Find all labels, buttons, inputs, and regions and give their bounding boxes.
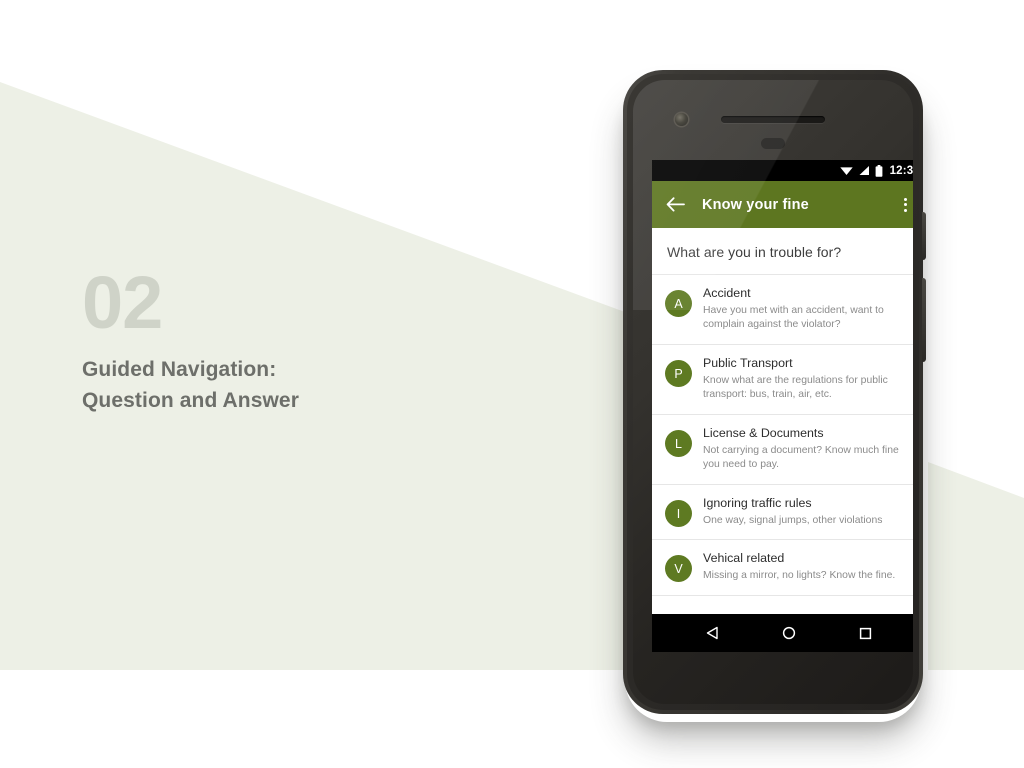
list-item-subtitle: Not carrying a document? Know much fine …	[703, 444, 899, 471]
slide-caption: 02 Guided Navigation: Question and Answe…	[82, 261, 522, 416]
phone-screen: 12:30 Know your fine	[652, 160, 913, 652]
list-item-text: Vehical related Missing a mirror, no lig…	[703, 551, 913, 583]
background-shape-right	[928, 462, 1024, 670]
nav-recents-square-icon[interactable]	[853, 620, 879, 646]
list-item-subtitle: Missing a mirror, no lights? Know the fi…	[703, 569, 896, 581]
list-item-title: Accident	[703, 286, 751, 300]
app-bar-title: Know your fine	[702, 196, 809, 213]
list-item-text: Public Transport Know what are the regul…	[703, 356, 913, 403]
list-item[interactable]: I Ignoring traffic rules One way, signal…	[652, 485, 913, 541]
list-item-subtitle: Know what are the regulations for public…	[703, 374, 888, 401]
slide-number: 02	[82, 261, 163, 344]
avatar: I	[665, 500, 692, 528]
list-item[interactable]: P Public Transport Know what are the reg…	[652, 345, 913, 416]
list-item-title: License & Documents	[703, 426, 824, 441]
list-item[interactable]: A Accident Have you met with an accident…	[652, 275, 913, 346]
list-item-text: Ignoring traffic rules One way, signal j…	[703, 496, 913, 528]
list-item-title: Vehical related	[703, 551, 785, 566]
list-item-title: Ignoring traffic rules	[703, 496, 812, 511]
list-item-subtitle: Have you met with an accident, want to c…	[703, 304, 884, 331]
android-navigation-bar	[652, 614, 913, 652]
volume-button-icon[interactable]	[922, 278, 926, 362]
proximity-sensor-icon	[761, 138, 785, 149]
arrow-back-icon[interactable]	[664, 194, 686, 216]
slide-title-line-2: Question and Answer	[82, 389, 299, 413]
earpiece-speaker-icon	[721, 116, 825, 123]
more-vert-icon[interactable]	[896, 194, 913, 216]
question-heading: What are you in trouble for?	[652, 228, 913, 275]
nav-back-triangle-icon[interactable]	[699, 620, 725, 646]
avatar: A	[665, 290, 692, 317]
list-item-subtitle: One way, signal jumps, other violations	[703, 514, 883, 526]
slide-title-line-1: Guided Navigation:	[82, 358, 277, 382]
avatar: P	[665, 360, 692, 388]
phone-face: 12:30 Know your fine	[633, 80, 913, 704]
list-item[interactable]: V Vehical related Missing a mirror, no l…	[652, 540, 913, 596]
wifi-icon	[839, 167, 853, 175]
phone-body: 12:30 Know your fine	[623, 70, 926, 714]
avatar: V	[665, 555, 692, 583]
power-button-icon[interactable]	[922, 212, 926, 260]
app-bar: Know your fine	[652, 181, 913, 228]
list-item-text: Accident Have you met with an accident, …	[703, 286, 913, 333]
status-bar: 12:30	[652, 160, 913, 181]
slide-title: Guided Navigation: Question and Answer	[82, 354, 522, 416]
list-item-text: License & Documents Not carrying a docum…	[703, 426, 913, 473]
avatar: L	[665, 430, 692, 458]
cellular-signal-icon	[859, 166, 869, 175]
front-camera-icon	[675, 113, 688, 126]
list-item[interactable]: L License & Documents Not carrying a doc…	[652, 415, 913, 486]
phone-bezel: 12:30 Know your fine	[627, 74, 919, 710]
list-item-title: Public Transport	[703, 356, 793, 371]
phone-mockup: 12:30 Know your fine	[615, 58, 929, 718]
battery-full-icon	[875, 164, 882, 177]
nav-home-circle-icon[interactable]	[776, 620, 802, 646]
screen-content: What are you in trouble for? A Accident …	[652, 228, 913, 596]
status-bar-clock: 12:30	[889, 164, 913, 177]
